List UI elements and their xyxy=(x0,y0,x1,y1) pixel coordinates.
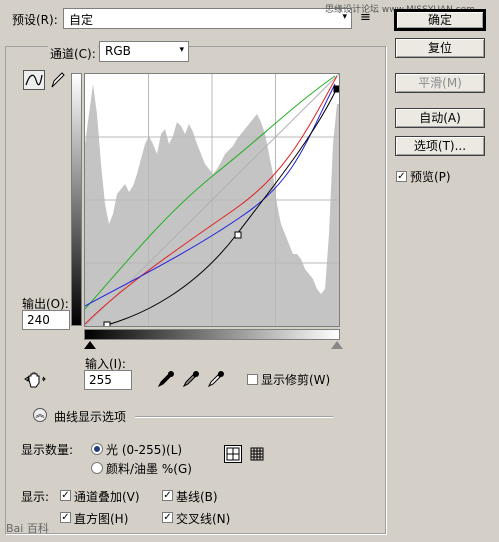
curve-point-selected xyxy=(333,85,339,93)
curve-point xyxy=(103,321,111,326)
light-radio[interactable] xyxy=(91,443,103,455)
channel-overlays-label: 通道叠加(V) xyxy=(74,490,140,504)
output-value: 240 xyxy=(27,313,50,327)
channel-overlays-checkbox[interactable]: ✓ xyxy=(60,490,71,501)
output-field[interactable]: 240 xyxy=(22,310,70,330)
pencil-icon[interactable] xyxy=(48,70,66,90)
options-button[interactable]: 选项(T)... xyxy=(395,136,485,156)
white-point-slider[interactable] xyxy=(331,341,343,349)
preset-select[interactable]: 自定 ▾ xyxy=(63,8,352,29)
pigment-radio-label: 颜料/油墨 %(G) xyxy=(106,462,192,476)
preview-label: 预览(P) xyxy=(410,170,451,184)
input-value: 255 xyxy=(89,373,112,387)
auto-button[interactable]: 自动(A) xyxy=(395,108,485,128)
channel-value: RGB xyxy=(105,44,131,58)
preset-value: 自定 xyxy=(69,13,94,27)
preview-checkbox[interactable]: ✓ xyxy=(396,171,407,182)
channel-select[interactable]: RGB ▾ xyxy=(99,41,189,62)
baseline-label: 基线(B) xyxy=(176,490,218,504)
show-label: 显示: xyxy=(21,490,50,504)
grid-4-icon[interactable] xyxy=(224,445,242,463)
chevron-up-circle-icon[interactable]: ︽ xyxy=(33,408,47,422)
white-eyedropper-icon[interactable] xyxy=(207,370,225,388)
show-clipping-checkbox[interactable] xyxy=(247,374,258,385)
chevron-down-icon: ▾ xyxy=(179,45,184,55)
histogram-label: 直方图(H) xyxy=(74,512,129,526)
input-field[interactable]: 255 xyxy=(84,370,132,390)
channel-label: 通道(C): xyxy=(48,45,98,62)
grid-10-icon[interactable] xyxy=(249,446,265,462)
smooth-button[interactable]: 平滑(M) xyxy=(395,73,485,93)
baidu-watermark: Bai 百科 xyxy=(6,522,49,535)
light-radio-label: 光 (0-255)(L) xyxy=(106,443,183,457)
show-clipping-label: 显示修剪(W) xyxy=(261,373,331,387)
gray-eyedropper-icon[interactable] xyxy=(182,370,200,388)
baseline-checkbox[interactable]: ✓ xyxy=(162,490,173,501)
display-amount-label: 显示数量: xyxy=(21,443,74,457)
on-image-adjust-hand-icon[interactable] xyxy=(24,370,46,390)
black-eyedropper-icon[interactable] xyxy=(157,370,175,388)
reset-button[interactable]: 复位 xyxy=(395,38,485,58)
intersection-line-label: 交叉线(N) xyxy=(176,512,231,526)
curve-point xyxy=(234,231,242,239)
options-divider xyxy=(135,416,333,418)
curves-graph[interactable] xyxy=(84,73,340,327)
ok-button[interactable]: 确定 xyxy=(394,9,486,31)
preset-label: 预设(R): xyxy=(12,13,58,27)
pigment-radio[interactable] xyxy=(91,462,103,474)
black-point-slider[interactable] xyxy=(84,341,96,349)
curve-point-icon[interactable] xyxy=(23,70,45,90)
input-gradient-bar xyxy=(84,329,340,340)
curve-display-options-label: 曲线显示选项 xyxy=(54,410,127,424)
intersection-line-checkbox[interactable]: ✓ xyxy=(162,512,173,523)
histogram-checkbox[interactable]: ✓ xyxy=(60,512,71,523)
output-gradient-bar xyxy=(71,73,82,326)
